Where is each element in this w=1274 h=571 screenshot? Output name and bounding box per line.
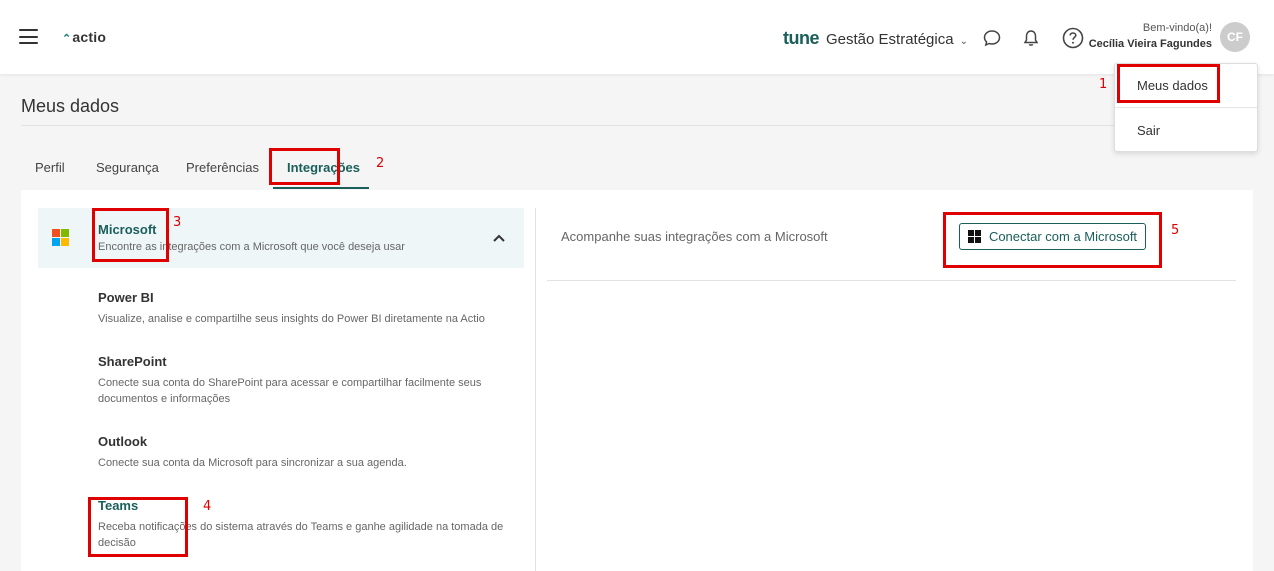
- integration-description: Conecte sua conta da Microsoft para sinc…: [98, 457, 407, 469]
- integration-item-sharepoint[interactable]: SharePoint Conecte sua conta do SharePoi…: [98, 354, 518, 407]
- annotation-number-2: 2: [376, 156, 385, 171]
- tab-preferencias[interactable]: Preferências: [186, 160, 259, 175]
- menu-item-sair[interactable]: Sair: [1115, 108, 1257, 152]
- microsoft-logo-icon: [52, 229, 69, 246]
- microsoft-description: Encontre as integrações com a Microsoft …: [98, 241, 405, 253]
- integration-title: Outlook: [98, 434, 148, 449]
- chevron-down-icon: ⌄: [959, 36, 968, 47]
- annotation-number-4: 4: [203, 499, 212, 514]
- windows-logo-icon: [967, 230, 981, 243]
- integration-description: Receba notificações do sistema através d…: [98, 521, 504, 549]
- module-name: Gestão Estratégica: [826, 31, 954, 48]
- integration-item-outlook[interactable]: Outlook Conecte sua conta da Microsoft p…: [98, 434, 518, 471]
- bell-icon[interactable]: [1021, 28, 1041, 48]
- integration-description: Visualize, analise e compartilhe seus in…: [98, 313, 485, 325]
- integration-status-text: Acompanhe suas integrações com a Microso…: [561, 229, 828, 244]
- page-title: Meus dados: [21, 96, 120, 116]
- title-divider: [21, 125, 1253, 126]
- help-icon[interactable]: [1062, 27, 1084, 49]
- actio-logo[interactable]: ⌃actio: [62, 29, 106, 45]
- integration-title: Teams: [98, 498, 139, 513]
- menu-icon[interactable]: [19, 29, 38, 44]
- module-selector[interactable]: tune Gestão Estratégica ⌄: [783, 28, 968, 49]
- integration-item-teams[interactable]: Teams Receba notificações do sistema atr…: [98, 498, 518, 551]
- menu-item-meus-dados[interactable]: Meus dados: [1115, 64, 1257, 108]
- annotation-number-1: 1: [1099, 77, 1108, 92]
- integration-title: Power BI: [98, 290, 154, 305]
- user-name: Cecília Vieira Fagundes: [1088, 38, 1212, 50]
- integration-title: SharePoint: [98, 354, 167, 369]
- top-header: ⌃actio tune Gestão Estratégica ⌄ Bem-vin…: [0, 0, 1274, 74]
- tune-logo-text: tune: [783, 28, 820, 48]
- integration-item-powerbi[interactable]: Power BI Visualize, analise e compartilh…: [98, 290, 518, 327]
- welcome-block: Bem-vindo(a)! Cecília Vieira Fagundes: [1089, 22, 1212, 50]
- tune-logo: tune: [783, 28, 820, 49]
- chat-icon[interactable]: [982, 28, 1002, 48]
- microsoft-accordion-header[interactable]: Microsoft Encontre as integrações com a …: [38, 208, 524, 268]
- welcome-text: Bem-vindo(a)!: [1142, 22, 1212, 34]
- panel-divider: [535, 208, 536, 571]
- logo-text: actio: [72, 29, 107, 45]
- avatar[interactable]: CF: [1220, 22, 1250, 52]
- tab-perfil[interactable]: Perfil: [35, 160, 65, 175]
- connect-button-label: Conectar com a Microsoft: [988, 229, 1138, 244]
- tab-seguranca[interactable]: Segurança: [96, 160, 159, 175]
- tab-integracoes[interactable]: Integrações: [287, 160, 360, 175]
- annotation-number-5: 5: [1171, 223, 1180, 238]
- user-dropdown-menu: Meus dados Sair: [1114, 63, 1258, 152]
- annotation-number-3: 3: [173, 215, 182, 230]
- microsoft-title: Microsoft: [98, 222, 157, 237]
- chevron-up-icon[interactable]: [492, 230, 506, 246]
- connect-microsoft-button[interactable]: Conectar com a Microsoft: [959, 223, 1146, 250]
- integration-description: Conecte sua conta do SharePoint para ace…: [98, 377, 482, 405]
- active-tab-indicator: [273, 187, 369, 189]
- right-panel-divider: [547, 280, 1236, 281]
